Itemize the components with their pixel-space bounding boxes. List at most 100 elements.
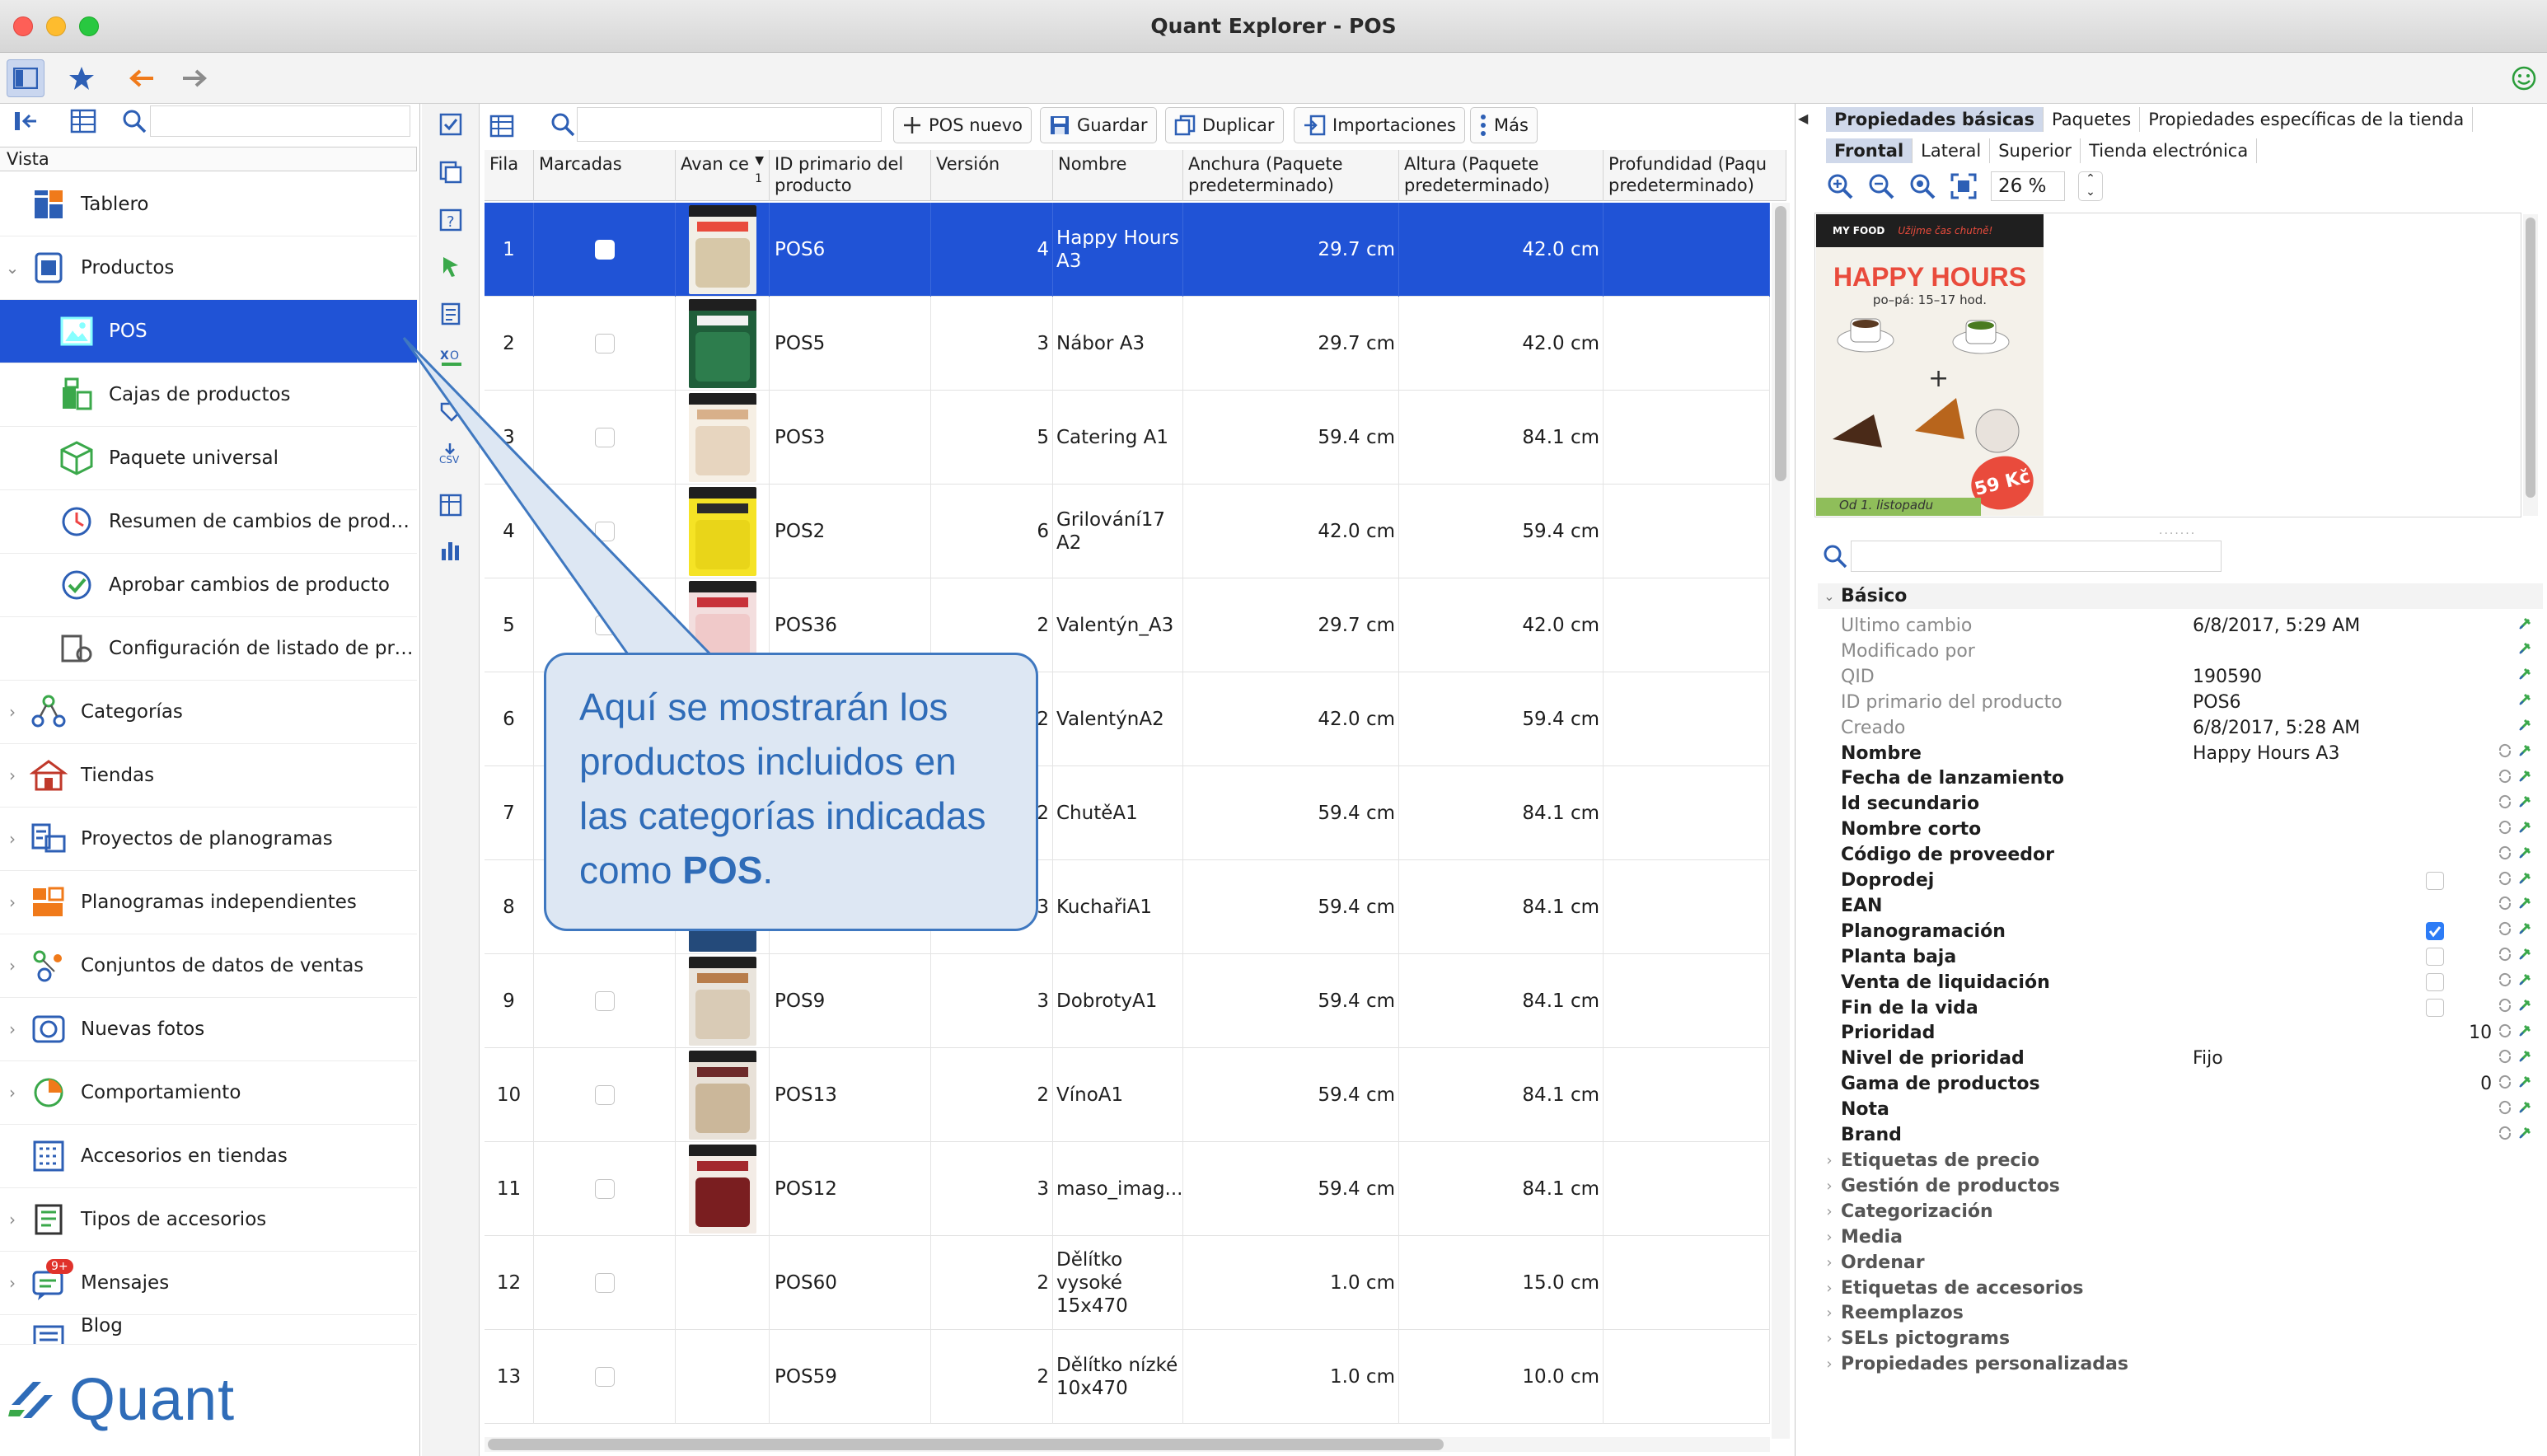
col-header-marked[interactable]: Marcadas	[534, 150, 676, 201]
sidebar-item-2[interactable]: POS	[0, 300, 417, 363]
feedback-button[interactable]	[2505, 59, 2543, 97]
sidebar-item-11[interactable]: › Planogramas independientes	[0, 871, 417, 934]
col-header-progress[interactable]: Avan ce ▼ 1	[676, 150, 770, 201]
sidebar-item-8[interactable]: › Categorías	[0, 681, 417, 744]
property-row[interactable]: EAN	[1818, 893, 2543, 919]
reset-icon[interactable]	[2497, 870, 2513, 892]
property-row[interactable]: Doprodej	[1818, 868, 2543, 893]
favorites-button[interactable]	[63, 59, 101, 97]
property-row[interactable]: Prioridad 10	[1818, 1020, 2543, 1046]
chevron-right-icon[interactable]: ›	[0, 1019, 25, 1039]
sidebar-item-1[interactable]: ⌄ Productos	[0, 236, 417, 300]
marked-checkbox[interactable]	[594, 334, 615, 353]
sidebar-item-17[interactable]: › 9+ Mensajes	[0, 1252, 417, 1315]
pin-icon[interactable]	[2517, 717, 2533, 738]
help-icon[interactable]: ?	[438, 208, 463, 237]
sidebar-item-9[interactable]: › Tiendas	[0, 744, 417, 808]
chevron-right-icon[interactable]: ›	[0, 829, 25, 849]
product-thumbnail[interactable]	[688, 957, 756, 1046]
tags-icon[interactable]	[438, 397, 463, 427]
table-view-button[interactable]	[64, 102, 102, 140]
pin-icon[interactable]	[2517, 845, 2533, 866]
product-thumbnail[interactable]	[688, 393, 756, 482]
chevron-right-icon[interactable]: ›	[0, 1273, 25, 1293]
property-group[interactable]: › Categorización	[1818, 1199, 2543, 1224]
reset-icon[interactable]	[2497, 1023, 2513, 1044]
collapse-tree-button[interactable]	[7, 102, 44, 140]
more-button[interactable]: Más	[1470, 107, 1538, 143]
table-row[interactable]: 2 POS5 3 Nábor A3 29.7 cm 42.0 cm	[485, 297, 1770, 391]
product-thumbnail[interactable]	[688, 1145, 756, 1234]
property-row[interactable]: Fecha de lanzamiento	[1818, 765, 2543, 791]
chevron-right-icon[interactable]: ›	[0, 1083, 25, 1103]
chevron-right-icon[interactable]: ›	[0, 702, 25, 722]
csv-import-icon[interactable]: CSV	[438, 442, 463, 471]
reset-icon[interactable]	[2497, 946, 2513, 967]
table-row[interactable]: 10 POS13 2 VínoA1 59.4 cm 84.1 cm	[485, 1048, 1770, 1142]
product-thumbnail[interactable]	[688, 487, 756, 576]
reset-icon[interactable]	[2497, 895, 2513, 916]
property-row[interactable]: Id secundario	[1818, 791, 2543, 817]
sidebar-item-12[interactable]: › Conjuntos de datos de ventas	[0, 934, 417, 998]
property-row[interactable]: Modificado por	[1818, 639, 2543, 664]
bar-chart-icon[interactable]	[438, 537, 463, 567]
sidebar-item-14[interactable]: › Comportamiento	[0, 1061, 417, 1125]
chevron-right-icon[interactable]: ›	[0, 892, 25, 912]
property-row[interactable]: ID primario del producto POS6	[1818, 690, 2543, 715]
reset-icon[interactable]	[2497, 794, 2513, 815]
navigation-search-input[interactable]	[150, 105, 410, 137]
reset-icon[interactable]	[2497, 768, 2513, 789]
zoom-in-icon[interactable]	[1826, 172, 1854, 200]
table-edit-icon[interactable]	[438, 493, 463, 522]
forward-button[interactable]	[176, 59, 214, 97]
sidebar-item-15[interactable]: Accesorios en tiendas	[0, 1125, 417, 1188]
cursor-icon[interactable]	[438, 254, 463, 283]
table-row[interactable]: 13 POS59 2 Dělítko nízké 10x470 1.0 cm 10.0 c…	[485, 1330, 1770, 1424]
sidebar-item-0[interactable]: Tablero	[0, 173, 417, 236]
collapse-panel-icon[interactable]: ◀	[1798, 110, 1808, 126]
property-group[interactable]: › Gestión de productos	[1818, 1173, 2543, 1199]
pin-icon[interactable]	[2517, 946, 2533, 967]
pin-icon[interactable]	[2517, 742, 2533, 764]
marked-checkbox[interactable]	[594, 1273, 615, 1293]
property-row[interactable]: Gama de productos 0	[1818, 1071, 2543, 1097]
pin-icon[interactable]	[2517, 640, 2533, 662]
toggle-sidebar-button[interactable]	[7, 59, 44, 97]
pin-icon[interactable]	[2517, 1125, 2533, 1146]
sidebar-item-10[interactable]: › Proyectos de planogramas	[0, 808, 417, 871]
tab-view-3[interactable]: Tienda electrónica	[2081, 138, 2258, 163]
back-button[interactable]	[122, 59, 160, 97]
sidebar-item-7[interactable]: Configuración de listado de pro...	[0, 617, 417, 681]
chevron-right-icon[interactable]: ›	[0, 765, 25, 785]
property-row[interactable]: QID 190590	[1818, 664, 2543, 690]
table-row[interactable]: 9 POS9 3 DobrotyA1 59.4 cm 84.1 cm	[485, 954, 1770, 1048]
property-row[interactable]: Nombre Happy Hours A3	[1818, 741, 2543, 766]
property-row[interactable]: Código de proveedor	[1818, 842, 2543, 868]
marked-checkbox[interactable]	[594, 240, 615, 260]
reset-icon[interactable]	[2497, 845, 2513, 866]
chevron-right-icon[interactable]: ›	[0, 956, 25, 976]
table-row[interactable]: 1 POS6 4 Happy Hours A3 29.7 cm 42.0 cm	[485, 203, 1770, 297]
reset-icon[interactable]	[2497, 1048, 2513, 1070]
property-row[interactable]: Creado 6/8/2017, 5:28 AM	[1818, 715, 2543, 741]
table-row[interactable]: 12 POS60 2 Dělítko vysoké 15x470 1.0 cm 15.0 …	[485, 1236, 1770, 1330]
properties-search-input[interactable]	[1851, 541, 2222, 572]
zoom-reset-icon[interactable]	[1908, 172, 1936, 200]
marked-checkbox[interactable]	[594, 522, 615, 541]
chevron-right-icon[interactable]: ›	[0, 1210, 25, 1229]
reset-icon[interactable]	[2497, 1125, 2513, 1146]
check-list-icon[interactable]	[438, 112, 463, 142]
col-header-row[interactable]: Fila	[485, 150, 534, 201]
pin-icon[interactable]	[2517, 691, 2533, 713]
reset-icon[interactable]	[2497, 971, 2513, 993]
property-row[interactable]: Planogramación	[1818, 919, 2543, 944]
pin-icon[interactable]	[2517, 1074, 2533, 1095]
table-hscroll-thumb[interactable]	[488, 1439, 1444, 1450]
pin-icon[interactable]	[2517, 997, 2533, 1018]
pin-icon[interactable]	[2517, 666, 2533, 687]
property-row[interactable]: Fin de la vida	[1818, 995, 2543, 1021]
pin-icon[interactable]	[2517, 794, 2533, 815]
marked-checkbox[interactable]	[594, 616, 615, 635]
table-row[interactable]: 3 POS3 5 Catering A1 59.4 cm 84.1 cm	[485, 391, 1770, 485]
duplicate-button[interactable]: Duplicar	[1165, 107, 1284, 143]
